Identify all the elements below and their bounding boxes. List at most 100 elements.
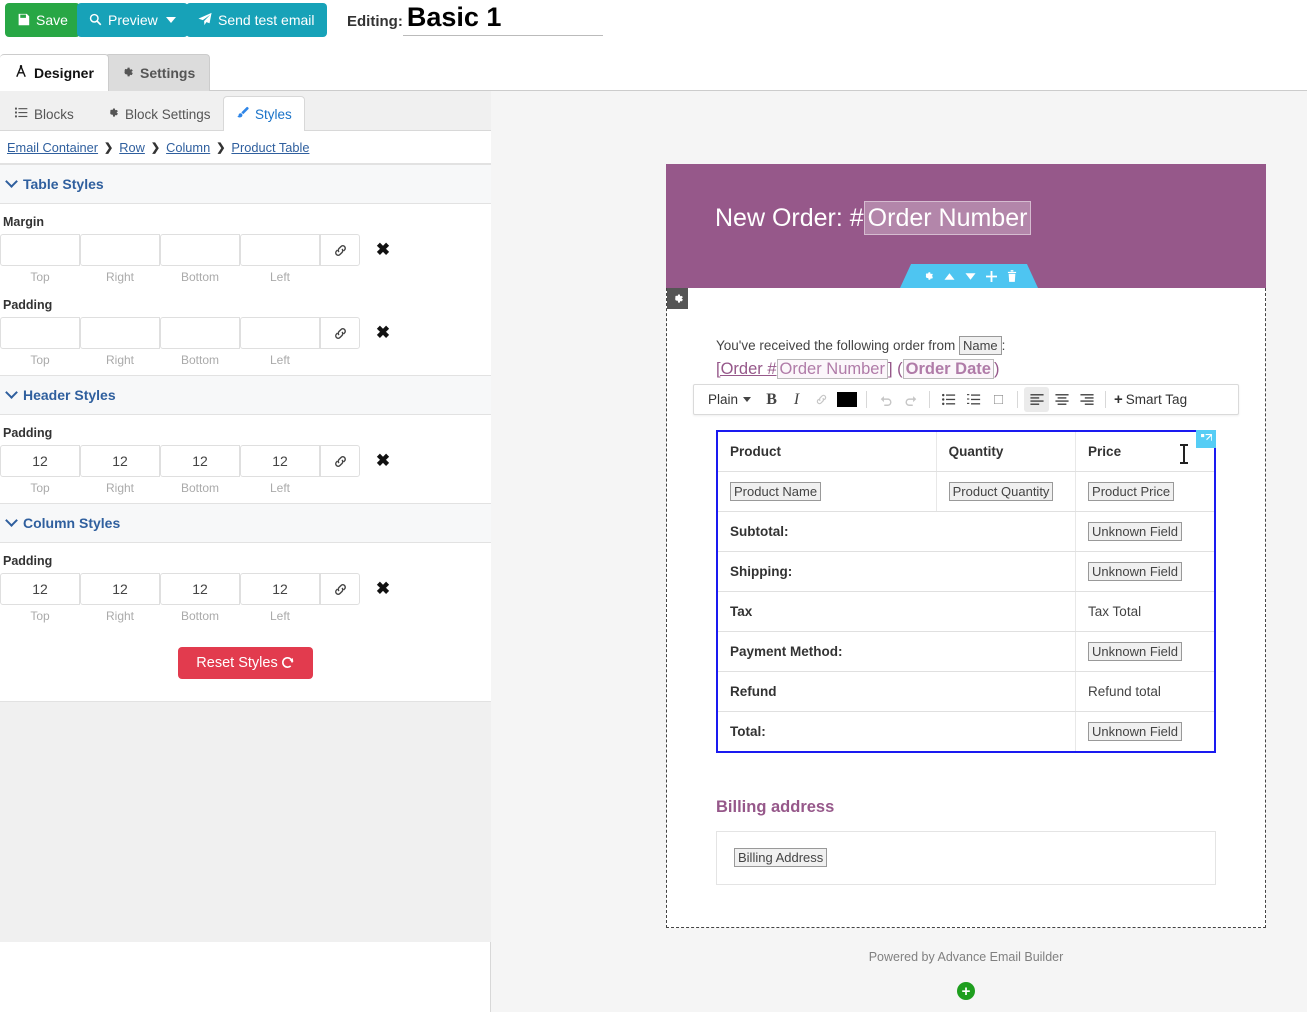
merge-tag-name[interactable]: Name [958,336,1002,355]
undo-icon[interactable] [873,387,898,412]
payment-method-value-cell[interactable]: Unknown Field [1075,631,1215,672]
align-center-icon[interactable] [1049,387,1074,412]
breadcrumb-item-column[interactable]: Column [166,140,210,155]
section-header-header-styles[interactable]: Header Styles [0,375,491,415]
column-padding-left-input[interactable]: 12 [240,573,320,605]
align-left-icon[interactable] [1024,387,1050,412]
merge-tag-order-number[interactable]: Order Number [863,201,1032,235]
reset-styles-button[interactable]: Reset Styles [178,647,313,679]
merge-tag-product-name[interactable]: Product Name [730,482,822,501]
template-name-field[interactable]: Basic 1 [402,1,603,36]
margin-link-icon[interactable] [320,234,360,266]
merge-tag-product-quantity[interactable]: Product Quantity [948,482,1054,501]
margin-clear-icon[interactable]: ✖ [365,234,401,266]
breadcrumb-item-product-table[interactable]: Product Table [231,140,309,155]
text-color-icon[interactable] [834,387,860,412]
subtotal-value-cell[interactable]: Unknown Field [1075,511,1215,552]
table-padding-link-icon[interactable] [320,317,360,349]
italic-icon[interactable]: I [784,387,809,412]
column-padding-bottom-input[interactable]: 12 [160,573,240,605]
delete-icon[interactable] [1007,270,1017,282]
block-settings-gear-icon[interactable] [667,288,688,309]
product-name-cell[interactable]: Product Name [717,471,937,512]
add-icon[interactable] [985,270,997,282]
redo-icon[interactable] [898,387,923,412]
tab-designer[interactable]: Designer [0,54,109,91]
table-padding-top-input[interactable] [0,317,80,349]
tab-blocks[interactable]: Blocks [2,96,87,131]
table-padding-clear-icon[interactable]: ✖ [365,317,401,349]
merge-tag-billing-address[interactable]: Billing Address [734,848,828,867]
column-padding-top-input[interactable]: 12 [0,573,80,605]
section-header-table-styles[interactable]: Table Styles [0,164,491,204]
product-table[interactable]: Product Quantity Price Product Name Prod… [716,430,1216,753]
numbered-list-icon[interactable] [961,387,986,412]
breadcrumb-item-row[interactable]: Row [119,140,145,155]
merge-tag-total[interactable]: Unknown Field [1088,722,1183,741]
total-value-cell[interactable]: Unknown Field [1075,711,1215,752]
bullet-list-icon[interactable] [936,387,961,412]
column-padding-link-icon[interactable] [320,573,360,605]
subtotal-label[interactable]: Subtotal: [717,511,1076,552]
preview-button[interactable]: Preview [77,3,188,37]
move-down-icon[interactable] [964,272,976,281]
refund-label[interactable]: Refund [717,671,1076,712]
tax-label[interactable]: Tax [717,591,1076,632]
margin-bottom-input[interactable] [160,234,240,266]
table-padding-left-input[interactable] [240,317,320,349]
margin-left-input[interactable] [240,234,320,266]
refund-value-cell[interactable]: Refund total [1075,671,1215,712]
column-padding-right-input[interactable]: 12 [80,573,160,605]
header-padding-right-input[interactable]: 12 [80,445,160,477]
merge-tag-shipping[interactable]: Unknown Field [1088,562,1183,581]
merge-tag-product-price[interactable]: Product Price [1088,482,1175,501]
table-header-quantity[interactable]: Quantity [936,431,1188,472]
order-intro-text[interactable]: You've received the following order from… [667,288,1265,356]
header-padding-bottom-input[interactable]: 12 [160,445,240,477]
shipping-label[interactable]: Shipping: [717,551,1076,592]
total-label[interactable]: Total: [717,712,1076,753]
header-padding-clear-icon[interactable]: ✖ [365,445,401,477]
table-header-product[interactable]: Product [717,431,937,472]
product-price-cell[interactable]: Product Price [1075,471,1215,512]
tab-settings[interactable]: Settings [105,54,211,91]
payment-method-label[interactable]: Payment Method: [717,631,1076,672]
send-test-email-button[interactable]: Send test email [186,3,327,37]
merge-tag-subtotal[interactable]: Unknown Field [1088,522,1183,541]
breadcrumb-item-email-container[interactable]: Email Container [7,140,98,155]
tax-value-cell[interactable]: Tax Total [1075,591,1215,632]
header-padding-top-input[interactable]: 12 [0,445,80,477]
merge-tag-payment-method[interactable]: Unknown Field [1088,642,1183,661]
header-padding-link-icon[interactable] [320,445,360,477]
table-padding-right-input[interactable] [80,317,160,349]
smart-tag-button[interactable]: + Smart Tag [1112,391,1187,408]
blockquote-icon[interactable]: □ [986,387,1011,412]
rich-text-toolbar[interactable]: Plain B I □ + Smart Tag [693,384,1239,415]
section-header-column-styles[interactable]: Column Styles [0,503,491,543]
save-button[interactable]: Save [5,3,80,37]
plus-circle-icon[interactable]: + [957,982,975,1000]
billing-address-heading[interactable]: Billing address [667,753,1265,817]
margin-top-input[interactable] [0,234,80,266]
bold-icon[interactable]: B [759,387,784,412]
merge-tag-order-number[interactable]: Order Number [776,359,888,379]
tab-styles[interactable]: Styles [223,96,305,131]
column-padding-clear-icon[interactable]: ✖ [365,573,401,605]
email-body-block[interactable]: You've received the following order from… [666,288,1266,928]
table-header-price[interactable]: Price [1075,431,1215,472]
order-number-line[interactable]: [Order # Order Number] (Order Date) [667,358,1265,381]
link-icon[interactable] [809,387,834,412]
margin-right-input[interactable] [80,234,160,266]
product-quantity-cell[interactable]: Product Quantity [936,471,1077,512]
email-header-block[interactable]: New Order: # Order Number [666,164,1266,288]
block-action-toolbar[interactable] [900,264,1038,288]
merge-tag-order-date[interactable]: Order Date [902,359,994,379]
move-up-icon[interactable] [943,272,955,281]
gear-icon[interactable] [922,270,934,282]
tab-block-settings[interactable]: Block Settings [93,96,224,131]
table-padding-bottom-input[interactable] [160,317,240,349]
order-link-text[interactable]: [Order # [716,360,777,378]
resize-handle-icon[interactable] [1196,430,1216,448]
billing-address-block[interactable]: Billing Address [716,831,1216,885]
format-dropdown[interactable]: Plain [700,392,759,407]
